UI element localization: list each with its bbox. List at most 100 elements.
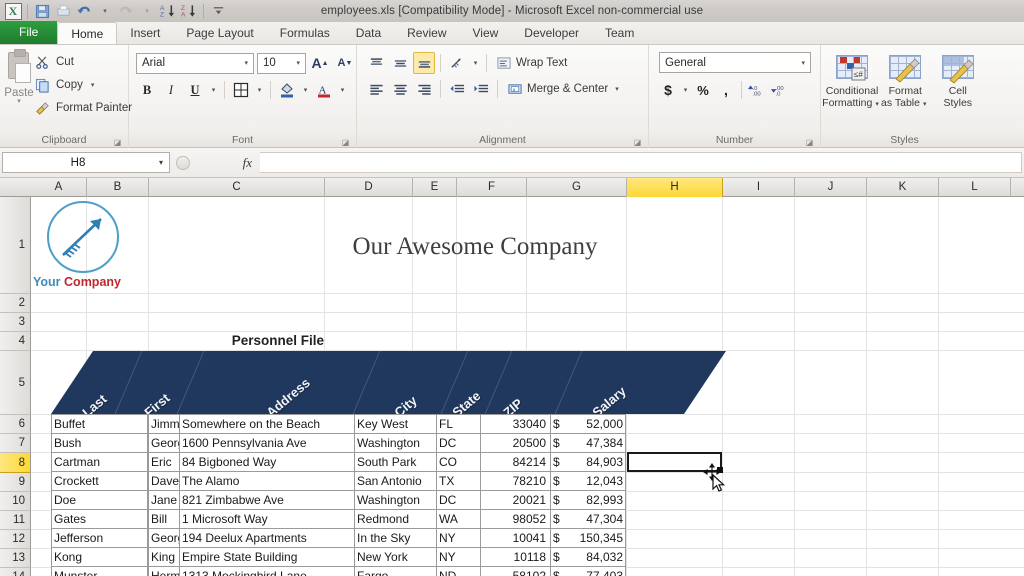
tab-page-layout[interactable]: Page Layout (173, 22, 266, 44)
row-header-14[interactable]: 14 (0, 568, 31, 576)
cell-d13[interactable]: New York (354, 547, 437, 567)
cell-e13[interactable]: NY (436, 547, 481, 567)
comma-format-button[interactable]: , (715, 79, 737, 101)
cell-d7[interactable]: Washington (354, 433, 437, 453)
cell-a7[interactable]: Bush (51, 433, 148, 453)
cell-c14[interactable]: 1313 Mockingbird Lane (179, 566, 355, 576)
decrease-decimal-button[interactable]: .00.0 (769, 79, 791, 101)
wrap-text-button[interactable]: Wrap Text (492, 52, 570, 74)
cell-f10[interactable]: 20021 (480, 490, 551, 510)
cell-c13[interactable]: Empire State Building (179, 547, 355, 567)
row-header-13[interactable]: 13 (0, 549, 31, 568)
borders-dropdown-icon[interactable]: ▾ (254, 79, 265, 101)
increase-decimal-button[interactable]: .0.00 (746, 79, 768, 101)
cell-g7[interactable]: $ 47,384 (550, 433, 626, 453)
conditional-formatting-button[interactable]: ≤# Conditional Formatting ▾ (822, 51, 879, 111)
cell-a12[interactable]: Jefferson (51, 528, 148, 548)
row-header-9[interactable]: 9 (0, 473, 31, 492)
cell-b12[interactable]: George (148, 528, 180, 548)
cell-g14[interactable]: $ 77,403 (550, 566, 626, 576)
row-header-3[interactable]: 3 (0, 313, 31, 332)
orientation-dropdown-icon[interactable]: ▾ (470, 52, 481, 74)
chevron-down-icon[interactable]: ▾ (241, 59, 251, 67)
font-color-dropdown-icon[interactable]: ▾ (337, 79, 348, 101)
cell-c6[interactable]: Somewhere on the Beach (179, 414, 355, 434)
orientation-button[interactable] (446, 52, 468, 74)
tab-data[interactable]: Data (343, 22, 394, 44)
tab-insert[interactable]: Insert (117, 22, 173, 44)
accounting-dropdown-icon[interactable]: ▾ (680, 79, 691, 101)
column-header-b[interactable]: B (87, 178, 149, 197)
cell-b6[interactable]: Jimmy (148, 414, 180, 434)
fill-color-button[interactable] (276, 79, 298, 101)
clipboard-dialog-launcher-icon[interactable]: ◪ (113, 138, 122, 147)
tab-developer[interactable]: Developer (511, 22, 592, 44)
row-header-5[interactable]: 5 (0, 351, 31, 415)
column-header-g[interactable]: G (527, 178, 627, 197)
align-center-button[interactable] (389, 78, 411, 100)
paste-dropdown-icon[interactable]: ▾ (17, 98, 21, 105)
column-header-a[interactable]: A (31, 178, 87, 197)
font-name-combobox[interactable]: Arial ▾ (136, 52, 254, 74)
font-color-button[interactable]: A (313, 79, 335, 101)
cell-g10[interactable]: $ 82,993 (550, 490, 626, 510)
column-header-h[interactable]: H (627, 178, 723, 197)
tab-review[interactable]: Review (394, 22, 459, 44)
italic-button[interactable]: I (160, 79, 182, 101)
decrease-indent-button[interactable] (446, 78, 468, 100)
cell-b14[interactable]: Herman (148, 566, 180, 576)
align-left-button[interactable] (365, 78, 387, 100)
cell-f12[interactable]: 10041 (480, 528, 551, 548)
cell-g11[interactable]: $ 47,304 (550, 509, 626, 529)
row-header-2[interactable]: 2 (0, 294, 31, 313)
font-size-combobox[interactable]: 10 ▾ (257, 52, 306, 74)
cell-f6[interactable]: 33040 (480, 414, 551, 434)
cell-b13[interactable]: King (148, 547, 180, 567)
cell-a14[interactable]: Munster (51, 566, 148, 576)
column-header-d[interactable]: D (325, 178, 413, 197)
cell-e9[interactable]: TX (436, 471, 481, 491)
cell-f14[interactable]: 58102 (480, 566, 551, 576)
alignment-dialog-launcher-icon[interactable]: ◪ (633, 138, 642, 147)
cell-d11[interactable]: Redmond (354, 509, 437, 529)
cell-d12[interactable]: In the Sky (354, 528, 437, 548)
column-header-l[interactable]: L (939, 178, 1011, 197)
cell-b8[interactable]: Eric (148, 452, 180, 472)
format-as-table-button[interactable]: Format as Table ▾ (879, 51, 932, 111)
merge-and-center-button[interactable]: a Merge & Center ▾ (503, 78, 625, 100)
cell-g9[interactable]: $ 12,043 (550, 471, 626, 491)
cell-c8[interactable]: 84 Bigboned Way (179, 452, 355, 472)
formula-input[interactable] (260, 152, 1022, 173)
copy-button[interactable]: Copy ▾ (34, 75, 132, 95)
cell-f7[interactable]: 20500 (480, 433, 551, 453)
cell-styles-button[interactable]: Cell Styles (932, 51, 985, 109)
accounting-format-button[interactable]: $ (657, 79, 679, 101)
percent-format-button[interactable]: % (692, 79, 714, 101)
row-header-7[interactable]: 7 (0, 434, 31, 453)
increase-indent-button[interactable] (470, 78, 492, 100)
tab-team[interactable]: Team (592, 22, 647, 44)
underline-dropdown-icon[interactable]: ▾ (208, 79, 219, 101)
column-header-e[interactable]: E (413, 178, 457, 197)
cell-g13[interactable]: $ 84,032 (550, 547, 626, 567)
cell-f8[interactable]: 84214 (480, 452, 551, 472)
cell-a13[interactable]: Kong (51, 547, 148, 567)
fill-color-dropdown-icon[interactable]: ▾ (300, 79, 311, 101)
cell-a11[interactable]: Gates (51, 509, 148, 529)
cell-d10[interactable]: Washington (354, 490, 437, 510)
cell-a6[interactable]: Buffet (51, 414, 148, 434)
align-bottom-button[interactable] (413, 52, 435, 74)
copy-dropdown-icon[interactable]: ▾ (88, 81, 98, 89)
cell-g8[interactable]: $ 84,903 (550, 452, 626, 472)
cell-a8[interactable]: Cartman (51, 452, 148, 472)
chevron-down-icon[interactable]: ▾ (798, 59, 808, 67)
borders-button[interactable] (230, 79, 252, 101)
cut-button[interactable]: Cut (34, 52, 132, 72)
cell-b10[interactable]: Jane (148, 490, 180, 510)
cell-c11[interactable]: 1 Microsoft Way (179, 509, 355, 529)
cell-e14[interactable]: ND (436, 566, 481, 576)
row-header-8[interactable]: 8 (0, 453, 31, 473)
cell-c7[interactable]: 1600 Pennsylvania Ave (179, 433, 355, 453)
tab-file[interactable]: File (0, 21, 58, 44)
chevron-down-icon[interactable]: ▾ (153, 158, 169, 167)
